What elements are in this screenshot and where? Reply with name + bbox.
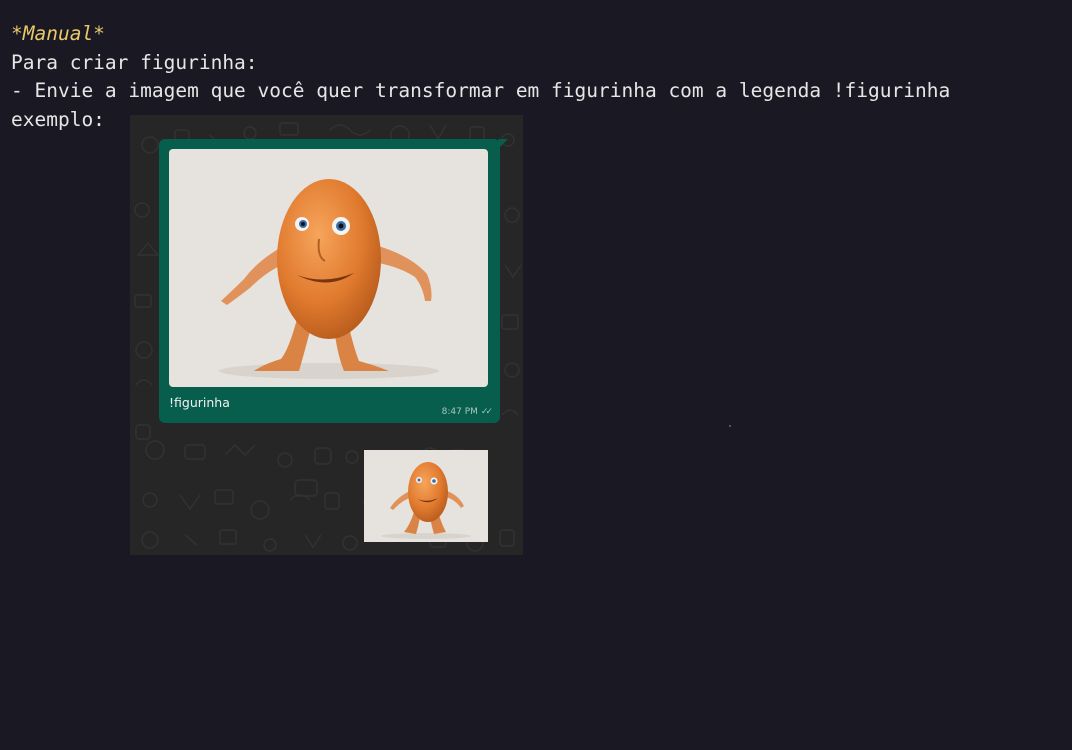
chat-screenshot: !figurinha 8:47 PM ✓✓: [130, 115, 523, 555]
manual-instruction-step: - Envie a imagem que você quer transform…: [11, 79, 951, 102]
orange-creature-image: [219, 179, 439, 379]
stray-pixel: [729, 425, 731, 427]
orange-creature-sticker: [381, 462, 471, 539]
page: *Manual* Para criar figurinha: - Envie a…: [0, 0, 1072, 750]
message-time: 8:47 PM: [441, 407, 478, 417]
message-caption: !figurinha: [169, 395, 230, 410]
manual-instruction-heading: Para criar figurinha:: [11, 51, 258, 74]
example-label: exemplo:: [11, 108, 105, 131]
message-meta: 8:47 PM ✓✓: [441, 407, 493, 417]
sent-image[interactable]: [169, 149, 488, 387]
read-receipt-icon: ✓✓: [480, 407, 493, 417]
bubble-tail: [498, 139, 508, 149]
manual-title: *Manual*: [11, 22, 105, 45]
sent-image-message[interactable]: !figurinha 8:47 PM ✓✓: [159, 139, 508, 423]
sticker-result[interactable]: [364, 450, 488, 542]
